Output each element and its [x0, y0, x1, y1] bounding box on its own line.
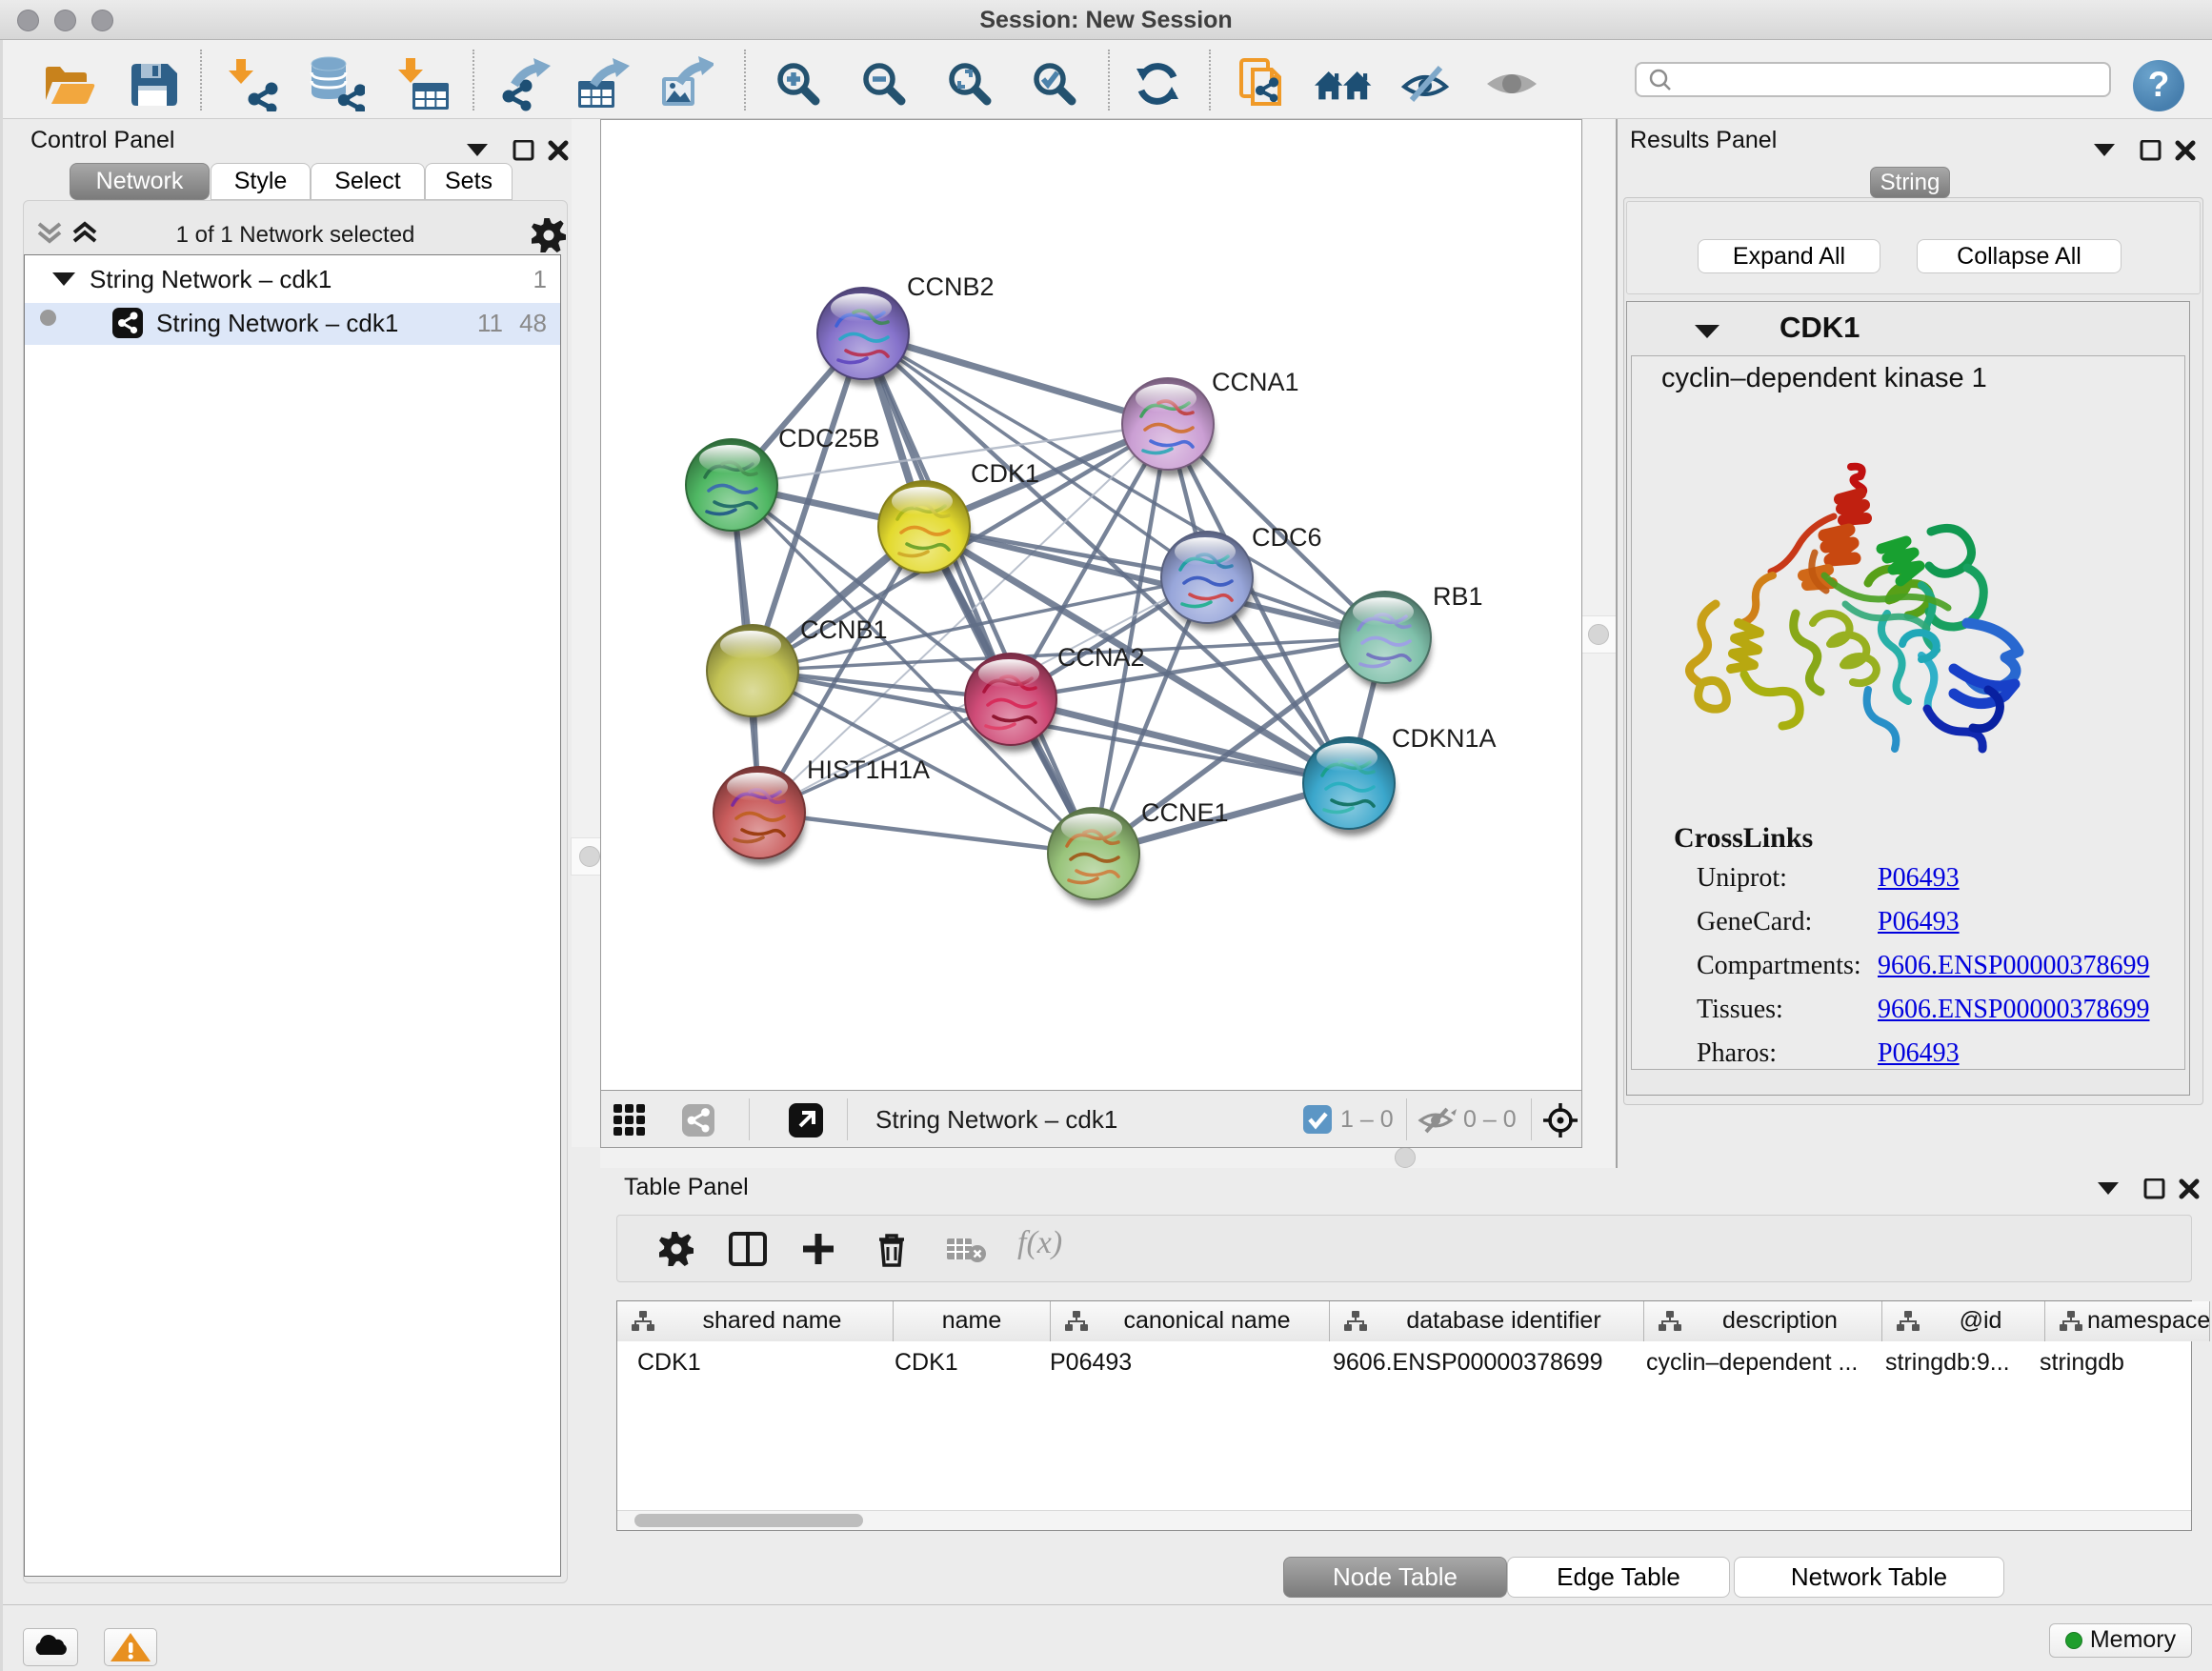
svg-text:HIST1H1A: HIST1H1A	[807, 755, 930, 784]
svg-text:CDKN1A: CDKN1A	[1392, 724, 1497, 753]
svg-text:CCNE1: CCNE1	[1141, 798, 1229, 827]
svg-text:CCNA2: CCNA2	[1057, 643, 1145, 672]
svg-text:CCNA1: CCNA1	[1212, 368, 1299, 396]
svg-text:RB1: RB1	[1433, 582, 1483, 611]
svg-text:CDK1: CDK1	[971, 459, 1039, 488]
svg-text:CDC6: CDC6	[1252, 523, 1322, 552]
svg-text:CCNB2: CCNB2	[907, 272, 995, 301]
svg-text:CDC25B: CDC25B	[778, 424, 880, 453]
svg-text:CCNB1: CCNB1	[800, 615, 888, 644]
